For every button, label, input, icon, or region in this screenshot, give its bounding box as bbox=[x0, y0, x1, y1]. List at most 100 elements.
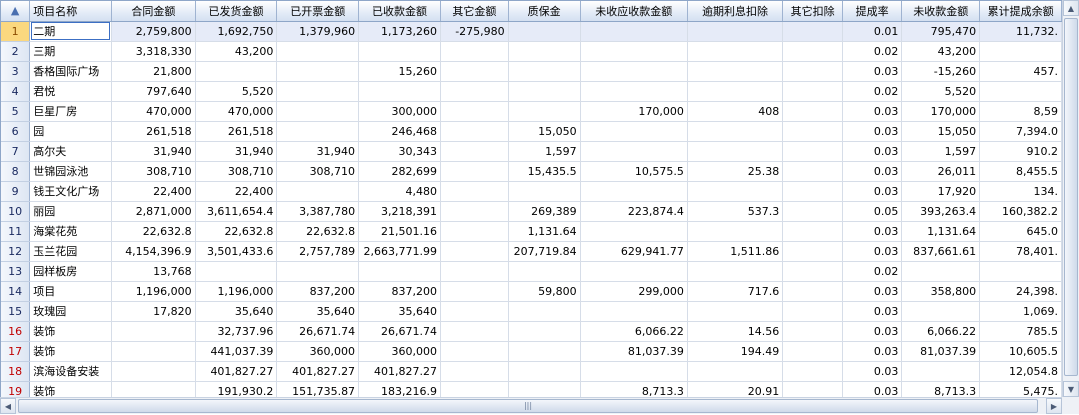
value-cell[interactable] bbox=[782, 301, 843, 322]
value-cell[interactable]: 797,640 bbox=[111, 81, 196, 102]
project-name-cell[interactable]: 高尔夫 bbox=[29, 141, 112, 162]
value-cell[interactable]: 0.03 bbox=[842, 121, 903, 142]
value-cell[interactable] bbox=[782, 41, 843, 62]
value-cell[interactable] bbox=[580, 41, 688, 62]
value-cell[interactable]: 59,800 bbox=[508, 281, 581, 302]
value-cell[interactable]: 0.03 bbox=[842, 141, 903, 162]
value-cell[interactable]: 78,401. bbox=[979, 241, 1062, 262]
value-cell[interactable]: 308,710 bbox=[276, 161, 360, 182]
value-cell[interactable] bbox=[440, 201, 509, 222]
column-header[interactable]: 质保金 bbox=[508, 1, 581, 22]
value-cell[interactable]: 629,941.77 bbox=[580, 241, 688, 262]
value-cell[interactable]: 261,518 bbox=[195, 121, 278, 142]
value-cell[interactable]: 1,069. bbox=[979, 301, 1062, 322]
column-header[interactable]: 已发货金额 bbox=[195, 1, 278, 22]
table-row[interactable]: 11 海棠花苑 22,632.8 22,632.8 22,632.8 21,501.16 1… bbox=[1, 221, 1062, 242]
value-cell[interactable] bbox=[440, 241, 509, 262]
value-cell[interactable]: 22,632.8 bbox=[111, 221, 196, 242]
value-cell[interactable]: 223,874.4 bbox=[580, 201, 688, 222]
value-cell[interactable]: 0.03 bbox=[842, 341, 903, 362]
value-cell[interactable]: 8,455.5 bbox=[979, 161, 1062, 182]
value-cell[interactable] bbox=[440, 81, 509, 102]
value-cell[interactable] bbox=[687, 301, 784, 322]
value-cell[interactable]: 3,318,330 bbox=[111, 41, 196, 62]
value-cell[interactable] bbox=[580, 221, 688, 242]
value-cell[interactable]: 441,037.39 bbox=[195, 341, 278, 362]
value-cell[interactable]: -15,260 bbox=[901, 61, 981, 82]
value-cell[interactable]: 6,066.22 bbox=[901, 321, 981, 342]
value-cell[interactable]: 0.03 bbox=[842, 101, 903, 122]
value-cell[interactable] bbox=[580, 261, 688, 282]
data-grid[interactable]: ▲ 项目名称 合同金额 已发货金额 已开票金额 已收款金额 其它金额 质保金 未收应收款金额逾… bbox=[0, 0, 1062, 397]
project-name-cell[interactable]: 丽园 bbox=[29, 201, 112, 222]
value-cell[interactable] bbox=[276, 181, 360, 202]
column-header[interactable]: 已开票金额 bbox=[276, 1, 360, 22]
table-row[interactable]: 19 装饰 191,930.2 151,735.87 183,216.9 8,713.3 2… bbox=[1, 381, 1062, 397]
value-cell[interactable] bbox=[782, 101, 843, 122]
value-cell[interactable]: 7,394.0 bbox=[979, 121, 1062, 142]
value-cell[interactable]: 191,930.2 bbox=[195, 381, 278, 397]
value-cell[interactable]: 0.02 bbox=[842, 81, 903, 102]
value-cell[interactable]: 537.3 bbox=[687, 201, 784, 222]
project-name-cell[interactable]: 玉兰花园 bbox=[29, 241, 112, 262]
row-number[interactable]: 7 bbox=[1, 141, 31, 162]
value-cell[interactable] bbox=[508, 81, 581, 102]
value-cell[interactable]: 17,920 bbox=[901, 181, 981, 202]
value-cell[interactable]: 35,640 bbox=[358, 301, 442, 322]
value-cell[interactable]: 1,511.86 bbox=[687, 241, 784, 262]
value-cell[interactable] bbox=[687, 181, 784, 202]
value-cell[interactable]: 26,011 bbox=[901, 161, 981, 182]
value-cell[interactable]: 26,671.74 bbox=[358, 321, 442, 342]
value-cell[interactable]: 0.01 bbox=[842, 21, 903, 42]
row-number[interactable]: 13 bbox=[1, 261, 31, 282]
value-cell[interactable] bbox=[687, 261, 784, 282]
value-cell[interactable] bbox=[580, 61, 688, 82]
table-row[interactable]: 14 项目 1,196,000 1,196,000 837,200 837,200 59,8… bbox=[1, 281, 1062, 302]
vertical-scroll-thumb[interactable] bbox=[1064, 18, 1078, 376]
value-cell[interactable]: 1,597 bbox=[901, 141, 981, 162]
value-cell[interactable] bbox=[276, 41, 360, 62]
value-cell[interactable] bbox=[440, 361, 509, 382]
value-cell[interactable] bbox=[687, 21, 784, 42]
value-cell[interactable]: 261,518 bbox=[111, 121, 196, 142]
value-cell[interactable] bbox=[782, 361, 843, 382]
value-cell[interactable]: 401,827.27 bbox=[358, 361, 442, 382]
value-cell[interactable] bbox=[782, 141, 843, 162]
value-cell[interactable] bbox=[508, 101, 581, 122]
value-cell[interactable] bbox=[782, 321, 843, 342]
value-cell[interactable] bbox=[276, 121, 360, 142]
value-cell[interactable] bbox=[508, 41, 581, 62]
row-number[interactable]: 18 bbox=[1, 361, 31, 382]
value-cell[interactable]: 81,037.39 bbox=[580, 341, 688, 362]
value-cell[interactable]: 31,940 bbox=[111, 141, 196, 162]
table-row[interactable]: 4 君悦 797,640 5,520 0.02 5,520 bbox=[1, 81, 1062, 102]
value-cell[interactable]: 269,389 bbox=[508, 201, 581, 222]
project-name-cell[interactable]: 玫瑰园 bbox=[29, 301, 112, 322]
column-header[interactable]: 未收款金额 bbox=[901, 1, 981, 22]
value-cell[interactable] bbox=[276, 101, 360, 122]
project-name-cell[interactable]: 园 bbox=[29, 121, 112, 142]
value-cell[interactable] bbox=[782, 281, 843, 302]
value-cell[interactable] bbox=[508, 261, 581, 282]
value-cell[interactable]: 207,719.84 bbox=[508, 241, 581, 262]
value-cell[interactable]: 1,597 bbox=[508, 141, 581, 162]
column-header[interactable]: 其它扣除 bbox=[782, 1, 843, 22]
value-cell[interactable]: 457. bbox=[979, 61, 1062, 82]
value-cell[interactable]: 0.02 bbox=[842, 41, 903, 62]
row-number[interactable]: 1 bbox=[1, 21, 31, 42]
value-cell[interactable] bbox=[901, 301, 981, 322]
value-cell[interactable]: 170,000 bbox=[901, 101, 981, 122]
value-cell[interactable] bbox=[979, 41, 1062, 62]
value-cell[interactable]: 32,737.96 bbox=[195, 321, 278, 342]
value-cell[interactable]: 308,710 bbox=[195, 161, 278, 182]
value-cell[interactable] bbox=[358, 81, 442, 102]
value-cell[interactable]: 910.2 bbox=[979, 141, 1062, 162]
value-cell[interactable]: 0.03 bbox=[842, 181, 903, 202]
value-cell[interactable] bbox=[440, 301, 509, 322]
column-header[interactable]: 合同金额 bbox=[111, 1, 196, 22]
value-cell[interactable]: 393,263.4 bbox=[901, 201, 981, 222]
value-cell[interactable]: 308,710 bbox=[111, 161, 196, 182]
value-cell[interactable] bbox=[687, 361, 784, 382]
project-name-cell[interactable]: 滨海设备安装 bbox=[29, 361, 112, 382]
value-cell[interactable]: 1,196,000 bbox=[195, 281, 278, 302]
